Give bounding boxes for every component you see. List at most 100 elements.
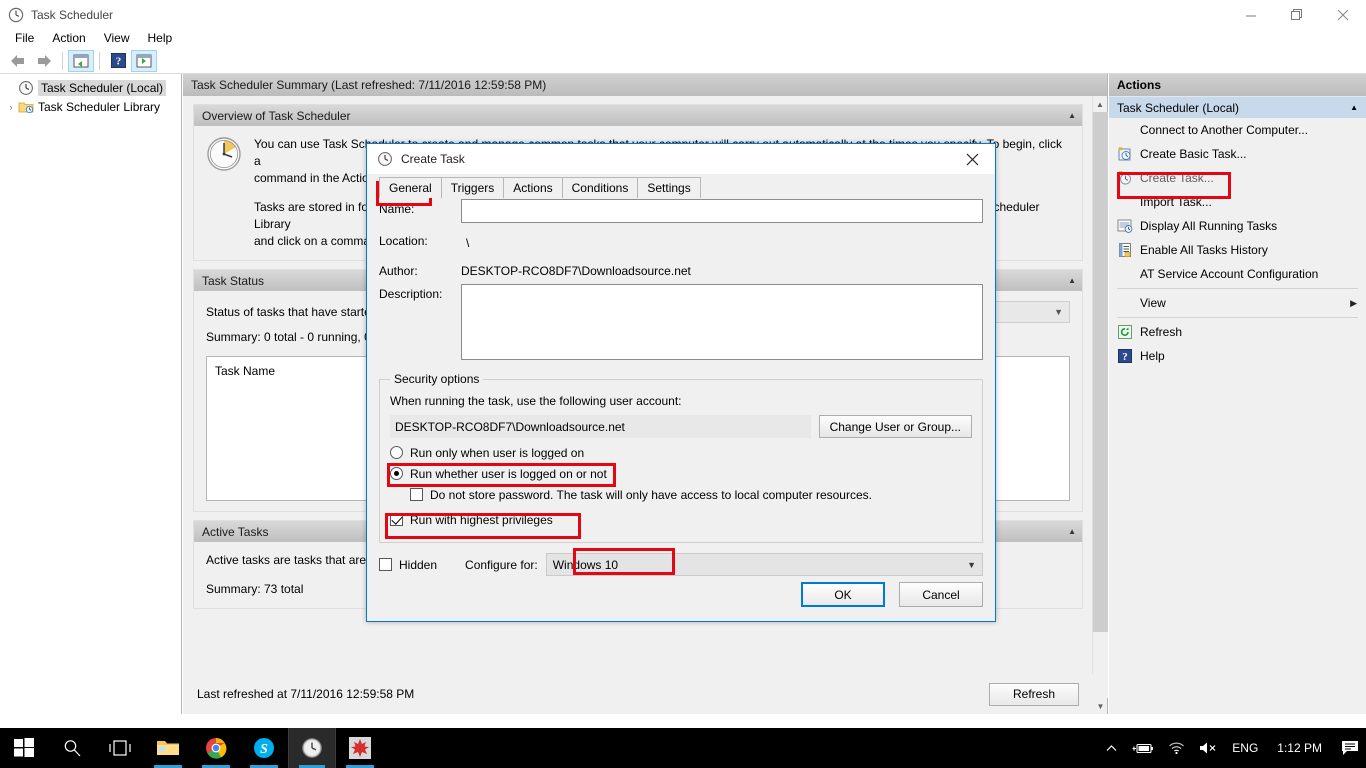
language-indicator[interactable]: ENG <box>1225 728 1265 768</box>
menu-item-view[interactable]: View <box>95 29 139 47</box>
show-hide-action-pane-icon[interactable] <box>131 49 157 72</box>
overview-panel-header[interactable]: Overview of Task Scheduler ▲ <box>194 105 1082 126</box>
close-button[interactable] <box>1320 0 1366 30</box>
skype-icon[interactable]: S <box>240 728 288 768</box>
battery-charging-icon[interactable] <box>1125 728 1161 768</box>
description-input[interactable] <box>461 284 983 360</box>
tab-settings[interactable]: Settings <box>637 177 701 198</box>
window-titlebar: Task Scheduler <box>0 0 1366 30</box>
toolbar-separator-2 <box>99 51 100 70</box>
menu-item-action[interactable]: Action <box>43 29 94 47</box>
scroll-up-arrow-icon[interactable]: ▲ <box>1093 96 1107 112</box>
show-hidden-icons-icon[interactable] <box>1098 728 1125 768</box>
window-controls <box>1228 0 1366 30</box>
dialog-tabs: General Triggers Actions Conditions Sett… <box>379 176 995 198</box>
task-scheduler-icon[interactable] <box>288 728 336 768</box>
actions-group-task-scheduler-local[interactable]: Task Scheduler (Local) ▲ <box>1109 96 1366 118</box>
action-help[interactable]: ? Help <box>1109 344 1366 368</box>
action-refresh[interactable]: Refresh <box>1109 320 1366 344</box>
chrome-icon[interactable] <box>192 728 240 768</box>
maximize-button[interactable] <box>1274 0 1320 30</box>
tree-node-task-scheduler-local[interactable]: Task Scheduler (Local) <box>0 78 181 97</box>
action-enable-all-tasks-history[interactable]: Enable All Tasks History <box>1109 238 1366 262</box>
action-connect-to-another-computer[interactable]: Connect to Another Computer... <box>1109 118 1366 142</box>
collapse-chevron-icon-2[interactable]: ▲ <box>1068 276 1076 285</box>
actions-pane: Actions Task Scheduler (Local) ▲ Connect… <box>1109 74 1366 714</box>
action-label-6: Enable All Tasks History <box>1140 243 1268 257</box>
tab-actions[interactable]: Actions <box>503 177 563 198</box>
clock-large-icon <box>206 136 242 172</box>
center-pane-header: Task Scheduler Summary (Last refreshed: … <box>183 74 1107 96</box>
show-hide-console-tree-icon[interactable] <box>68 49 94 72</box>
radio-icon-whether[interactable] <box>390 467 403 480</box>
clock-time[interactable]: 1:12 PM <box>1265 728 1334 768</box>
security-options-legend: Security options <box>394 372 480 386</box>
collapse-chevron-icon[interactable]: ▲ <box>1068 111 1076 120</box>
action-center-icon[interactable] <box>1334 728 1366 768</box>
toolbar-separator <box>62 51 63 70</box>
checkbox-do-not-store-password[interactable]: Do not store password. The task will onl… <box>410 484 972 505</box>
tree-expander-2[interactable]: › <box>4 102 18 112</box>
overview-panel-title: Overview of Task Scheduler <box>202 108 351 123</box>
cancel-button[interactable]: Cancel <box>899 582 983 607</box>
file-explorer-icon[interactable] <box>144 728 192 768</box>
start-button-icon[interactable] <box>0 728 48 768</box>
clock-icon <box>18 80 34 96</box>
action-label-2: Create Basic Task... <box>1140 147 1247 161</box>
location-value: \ <box>461 231 983 255</box>
help-icon[interactable]: ? <box>105 50 131 72</box>
user-account-value: DESKTOP-RCO8DF7\Downloadsource.net <box>390 415 811 438</box>
menu-bar: File Action View Help <box>0 27 1366 48</box>
maple-app-icon[interactable] <box>336 728 384 768</box>
checkbox-icon-highest[interactable] <box>390 513 403 526</box>
center-pane-scrollbar[interactable]: ▲ ▼ <box>1092 96 1108 714</box>
action-import-task[interactable]: Import Task... <box>1109 190 1366 214</box>
volume-muted-icon[interactable] <box>1192 728 1225 768</box>
clock-icon-2 <box>377 151 393 167</box>
menu-item-file[interactable]: File <box>6 29 43 47</box>
action-create-basic-task[interactable]: Create Basic Task... <box>1109 142 1366 166</box>
wifi-icon[interactable] <box>1161 728 1192 768</box>
taskbar: S ENG 1:12 PM <box>0 728 1366 768</box>
collapse-chevron-icon-4[interactable]: ▲ <box>1350 103 1358 112</box>
ok-button[interactable]: OK <box>801 582 885 607</box>
action-label: Connect to Another Computer... <box>1140 123 1309 137</box>
action-view[interactable]: View ▶ <box>1109 291 1366 315</box>
tab-triggers[interactable]: Triggers <box>440 177 505 198</box>
scroll-down-arrow-icon[interactable]: ▼ <box>1093 698 1108 714</box>
running-tasks-icon <box>1117 218 1133 234</box>
checkbox-icon-hidden[interactable] <box>379 558 392 571</box>
scrollbar-thumb[interactable] <box>1093 112 1108 632</box>
radio-run-whether-logged-on-or-not[interactable]: Run whether user is logged on or not <box>390 463 972 484</box>
create-task-dialog: Create Task General Triggers Actions Con… <box>366 143 996 622</box>
tree-node-label-2: Task Scheduler Library <box>38 99 161 114</box>
configure-for-dropdown[interactable]: Windows 10 ▼ <box>545 553 983 576</box>
action-create-task[interactable]: Create Task... <box>1109 166 1366 190</box>
action-at-service-account-configuration[interactable]: AT Service Account Configuration <box>1109 262 1366 286</box>
tree-node-task-scheduler-library[interactable]: › Task Scheduler Library <box>0 97 181 116</box>
action-display-all-running-tasks[interactable]: Display All Running Tasks <box>1109 214 1366 238</box>
dialog-buttons: OK Cancel <box>801 582 983 607</box>
minimize-button[interactable] <box>1228 0 1274 30</box>
forward-arrow-icon[interactable] <box>31 50 57 72</box>
chevron-down-icon-2: ▼ <box>967 559 976 570</box>
toolbar: ? <box>0 48 1366 74</box>
checkbox-run-with-highest-privileges[interactable]: Run with highest privileges <box>390 509 972 530</box>
dialog-close-button[interactable] <box>949 144 995 174</box>
action-label-3: Create Task... <box>1140 171 1214 185</box>
collapse-chevron-icon-3[interactable]: ▲ <box>1068 527 1076 536</box>
scrollbar-track[interactable] <box>1093 112 1108 698</box>
refresh-button[interactable]: Refresh <box>989 682 1079 706</box>
tab-conditions[interactable]: Conditions <box>561 177 639 198</box>
tab-general[interactable]: General <box>379 177 442 198</box>
change-user-or-group-button[interactable]: Change User or Group... <box>818 415 972 438</box>
back-arrow-icon[interactable] <box>5 50 31 72</box>
history-icon <box>1117 242 1133 258</box>
radio-run-only-logged-on[interactable]: Run only when user is logged on <box>390 442 972 463</box>
menu-item-help[interactable]: Help <box>139 29 182 47</box>
task-view-icon[interactable] <box>96 728 144 768</box>
name-input[interactable] <box>461 199 983 223</box>
checkbox-icon-no-password[interactable] <box>410 488 423 501</box>
search-icon[interactable] <box>48 728 96 768</box>
radio-icon-logged-on[interactable] <box>390 446 403 459</box>
